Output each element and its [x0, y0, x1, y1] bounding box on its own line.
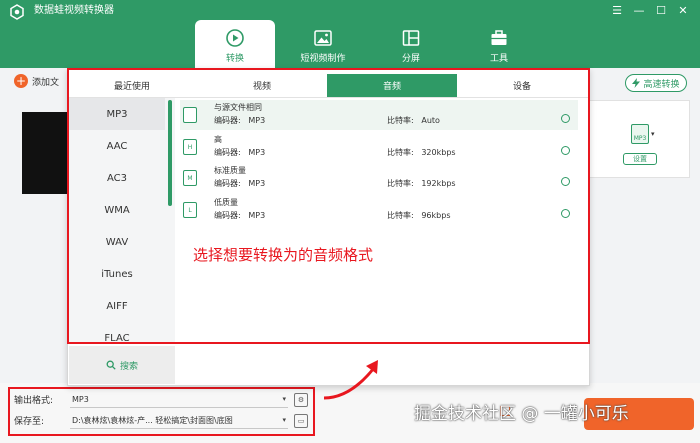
lightning-icon [632, 78, 641, 88]
format-item-aiff[interactable]: AIFF [69, 290, 165, 322]
tab-convert[interactable]: 转换 [195, 20, 275, 68]
tab-convert-label: 转换 [225, 54, 244, 64]
add-file-label: 添加文 [32, 77, 60, 88]
audio-file-icon: L [183, 202, 197, 218]
format-search-button[interactable]: 搜索 [69, 346, 175, 384]
quality-name: 高 [214, 135, 222, 144]
tab-tools[interactable]: 工具 [459, 20, 539, 68]
format-item-wma[interactable]: WMA [69, 194, 165, 226]
tab-recent[interactable]: 最近使用 [67, 74, 197, 97]
quality-bitrate: 比特率: 320kbps [387, 148, 456, 157]
tab-video[interactable]: 视频 [197, 74, 327, 97]
edit-settings-icon[interactable] [561, 209, 570, 218]
annotation-text: 选择想要转换为的音频格式 [193, 246, 374, 264]
speed-convert-button[interactable]: 高速转换 [625, 74, 687, 92]
format-item-itunes[interactable]: iTunes [69, 258, 165, 290]
tab-split-screen-label: 分屏 [401, 54, 420, 64]
format-list: MP3 AAC AC3 WMA WAV iTunes AIFF FLAC [69, 98, 175, 344]
menu-icon[interactable]: ☰ [608, 2, 626, 18]
image-icon [314, 30, 332, 46]
app-header: 数据蛙视频转换器 ☰ — ☐ ✕ 转换 短视频制作 分屏 工具 [0, 0, 700, 68]
app-logo-icon [10, 4, 24, 20]
search-label: 搜索 [119, 361, 138, 372]
convert-icon [226, 29, 244, 47]
quality-item-high[interactable]: H 高 编码器: MP3 比特率: 320kbps [180, 132, 578, 162]
add-file-button[interactable]: + 添加文 [14, 74, 59, 88]
format-tabs: 最近使用 视频 音频 设备 [67, 74, 590, 98]
quality-encoder: 编码器: MP3 [214, 179, 266, 188]
tab-device[interactable]: 设备 [457, 74, 587, 97]
close-icon[interactable]: ✕ [674, 2, 692, 18]
quality-bitrate: 比特率: Auto [387, 116, 440, 125]
video-thumbnail[interactable] [22, 112, 68, 194]
quality-name: 低质量 [214, 198, 238, 207]
watermark: 掘金技术社区 @ 一罐小可乐 [414, 404, 629, 424]
quality-encoder: 编码器: MP3 [214, 116, 266, 125]
settings-button[interactable]: 设置 [623, 153, 657, 165]
search-icon [106, 360, 116, 370]
audio-file-icon [183, 107, 197, 123]
format-item-ac3[interactable]: AC3 [69, 162, 165, 194]
plus-icon: + [14, 74, 28, 88]
quality-bitrate: 比特率: 192kbps [387, 179, 456, 188]
main-tabs: 转换 短视频制作 分屏 工具 [195, 20, 547, 68]
format-badge: MP3 [633, 135, 647, 142]
audio-file-icon: H [183, 139, 197, 155]
quality-bitrate: 比特率: 96kbps [387, 211, 451, 220]
edit-settings-icon[interactable] [561, 146, 570, 155]
quality-encoder: 编码器: MP3 [214, 148, 266, 157]
tab-tools-label: 工具 [489, 54, 508, 64]
quality-item-low[interactable]: L 低质量 编码器: MP3 比特率: 96kbps [180, 195, 578, 225]
chevron-down-icon[interactable]: ▾ [651, 130, 655, 138]
quality-item-standard[interactable]: M 标准质量 编码器: MP3 比特率: 192kbps [180, 163, 578, 193]
maximize-icon[interactable]: ☐ [652, 2, 670, 18]
output-highlight-box [8, 387, 315, 436]
app-title: 数据蛙视频转换器 [34, 5, 114, 16]
toolbox-icon [491, 30, 507, 45]
format-item-mp3[interactable]: MP3 [69, 98, 165, 130]
quality-encoder: 编码器: MP3 [214, 211, 266, 220]
edit-settings-icon[interactable] [561, 177, 570, 186]
annotation-arrow-icon [323, 360, 378, 400]
window-controls: ☰ — ☐ ✕ [608, 2, 692, 18]
tab-short-video-label: 短视频制作 [300, 54, 346, 64]
speed-convert-label: 高速转换 [643, 79, 680, 90]
format-item-aac[interactable]: AAC [69, 130, 165, 162]
split-screen-icon [402, 30, 420, 46]
format-item-wav[interactable]: WAV [69, 226, 165, 258]
audio-file-icon: M [183, 170, 197, 186]
tab-audio[interactable]: 音频 [327, 74, 457, 97]
edit-settings-icon[interactable] [561, 114, 570, 123]
quality-name: 标准质量 [214, 166, 246, 175]
format-list-scrollbar[interactable] [168, 100, 172, 206]
minimize-icon[interactable]: — [630, 2, 648, 18]
quality-name: 与源文件相同 [214, 103, 262, 112]
tab-short-video[interactable]: 短视频制作 [283, 20, 363, 68]
audio-file-icon[interactable]: MP3 [631, 124, 649, 144]
quality-item-same-as-source[interactable]: 与源文件相同 编码器: MP3 比特率: Auto [180, 100, 578, 130]
tab-split-screen[interactable]: 分屏 [371, 20, 451, 68]
